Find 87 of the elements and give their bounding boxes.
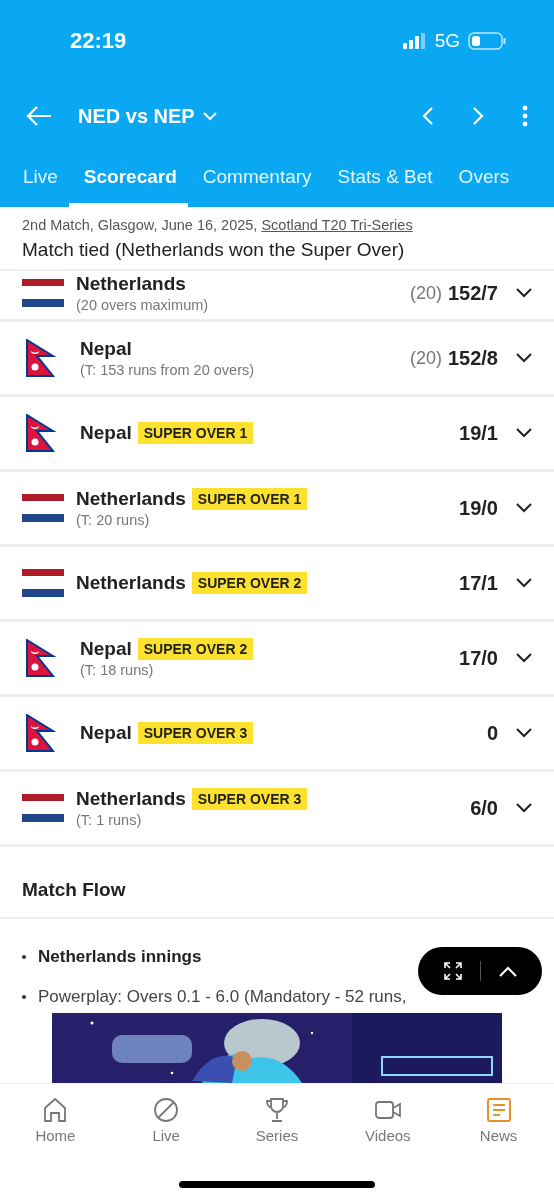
chevron-down-icon[interactable] (516, 503, 532, 513)
bullet-icon (22, 995, 26, 999)
match-flow-item: Powerplay: Overs 0.1 - 6.0 (Mandatory - 52 runs, (38, 987, 407, 1007)
battery-icon (468, 32, 506, 50)
home-icon (42, 1097, 69, 1123)
chevron-down-icon[interactable] (516, 578, 532, 588)
flag-icon (26, 414, 56, 452)
section-title: Match Flow (0, 847, 554, 919)
team-name: Nepal (80, 422, 132, 444)
nav-item[interactable]: Videos (337, 1096, 438, 1145)
more-icon[interactable] (522, 105, 528, 127)
team-name: Nepal (80, 338, 132, 360)
super-over-badge: SUPER OVER 2 (191, 572, 308, 594)
innings-note: (20 overs maximum) (76, 297, 210, 313)
trophy-icon (264, 1097, 290, 1123)
match-result: Match tied (Netherlands won the Super Over) (22, 239, 406, 261)
team-name: Netherlands (76, 572, 186, 594)
innings-row[interactable]: Netherlands SUPER OVER 3 (T: 1 runs) 6/0 (0, 772, 554, 847)
super-over-badge: SUPER OVER 1 (191, 488, 308, 510)
score: 152/8 (447, 346, 498, 370)
innings-row[interactable]: Netherlands SUPER OVER 1 (T: 20 runs) 19/0 (0, 472, 554, 547)
team-name: Netherlands (76, 788, 186, 810)
network-label: 5G (434, 30, 460, 52)
next-icon[interactable] (472, 107, 484, 125)
flag-icon (22, 279, 64, 307)
innings-row[interactable]: Netherlands SUPER OVER 2 17/1 (0, 547, 554, 622)
flag-icon (26, 714, 56, 752)
innings-note: (T: 153 runs from 20 overs) (80, 362, 256, 378)
chevron-down-icon[interactable] (516, 653, 532, 663)
tab[interactable]: Scorecard (68, 150, 188, 207)
chevron-down-icon[interactable] (516, 728, 532, 738)
score: 17/1 (459, 571, 498, 595)
score: 19/1 (459, 421, 498, 445)
match-selector[interactable]: NED vs NEP (78, 104, 217, 128)
team-name: Netherlands (76, 488, 186, 510)
previous-icon[interactable] (422, 107, 434, 125)
caret-icon (202, 111, 217, 121)
team-name: Netherlands (76, 273, 186, 295)
super-over-badge: SUPER OVER 3 (137, 722, 254, 744)
chevron-up-icon[interactable] (499, 965, 518, 977)
innings-row[interactable]: Netherlands (20 overs maximum) (20) 152/7 (0, 271, 554, 322)
match-details: 2nd Match, Glasgow, June 16, 2025, Scotland T20 Tri-Series (22, 217, 414, 233)
innings-row[interactable]: Nepal (T: 153 runs from 20 overs) (20) 152/8 (0, 322, 554, 397)
innings-note: (T: 18 runs) (80, 662, 155, 678)
overs-count: (20) (409, 282, 442, 304)
signal-icon (402, 33, 427, 49)
score: 152/7 (447, 281, 498, 305)
expand-icon[interactable] (442, 961, 463, 981)
bullet-icon (22, 955, 26, 959)
innings-note: (T: 1 runs) (76, 812, 143, 828)
overs-count: (20) (409, 347, 442, 369)
tab[interactable]: Commentary (187, 150, 323, 207)
innings-note: (T: 20 runs) (76, 512, 151, 528)
chevron-down-icon[interactable] (516, 803, 532, 813)
news-icon (485, 1097, 512, 1123)
flag-icon (22, 569, 64, 597)
series-link[interactable]: Scotland T20 Tri-Series (261, 217, 413, 233)
innings-row[interactable]: Nepal SUPER OVER 2 (T: 18 runs) 17/0 (0, 622, 554, 697)
tab[interactable]: Overs (443, 150, 521, 207)
flag-icon (26, 639, 56, 677)
score: 6/0 (470, 796, 498, 820)
chevron-down-icon[interactable] (516, 428, 532, 438)
flag-icon (22, 494, 64, 522)
team-name: Nepal (80, 638, 132, 660)
match-flow-item: Netherlands innings (38, 947, 202, 967)
nav-item[interactable]: Live (116, 1096, 217, 1145)
super-over-badge: SUPER OVER 1 (137, 422, 254, 444)
flag-icon (22, 794, 64, 822)
score: 17/0 (459, 646, 498, 670)
status-time: 22:19 (70, 28, 127, 54)
innings-row[interactable]: Nepal SUPER OVER 3 0 (0, 697, 554, 772)
team-name: Nepal (80, 722, 132, 744)
nav-item[interactable]: Home (5, 1096, 106, 1145)
tab[interactable]: Live (8, 150, 69, 207)
super-over-badge: SUPER OVER 3 (191, 788, 308, 810)
score: 0 (486, 721, 498, 745)
flag-icon (26, 339, 56, 377)
nav-item[interactable]: Series (227, 1096, 327, 1145)
score: 19/0 (459, 496, 498, 520)
super-over-badge: SUPER OVER 2 (137, 638, 254, 660)
chevron-down-icon[interactable] (516, 353, 532, 363)
ball-icon (153, 1097, 180, 1123)
back-arrow-icon[interactable] (26, 106, 52, 126)
tab[interactable]: Stats & Bet (322, 150, 444, 207)
chevron-down-icon[interactable] (516, 288, 532, 298)
innings-row[interactable]: Nepal SUPER OVER 1 19/1 (0, 397, 554, 472)
nav-item[interactable]: News (448, 1096, 549, 1145)
